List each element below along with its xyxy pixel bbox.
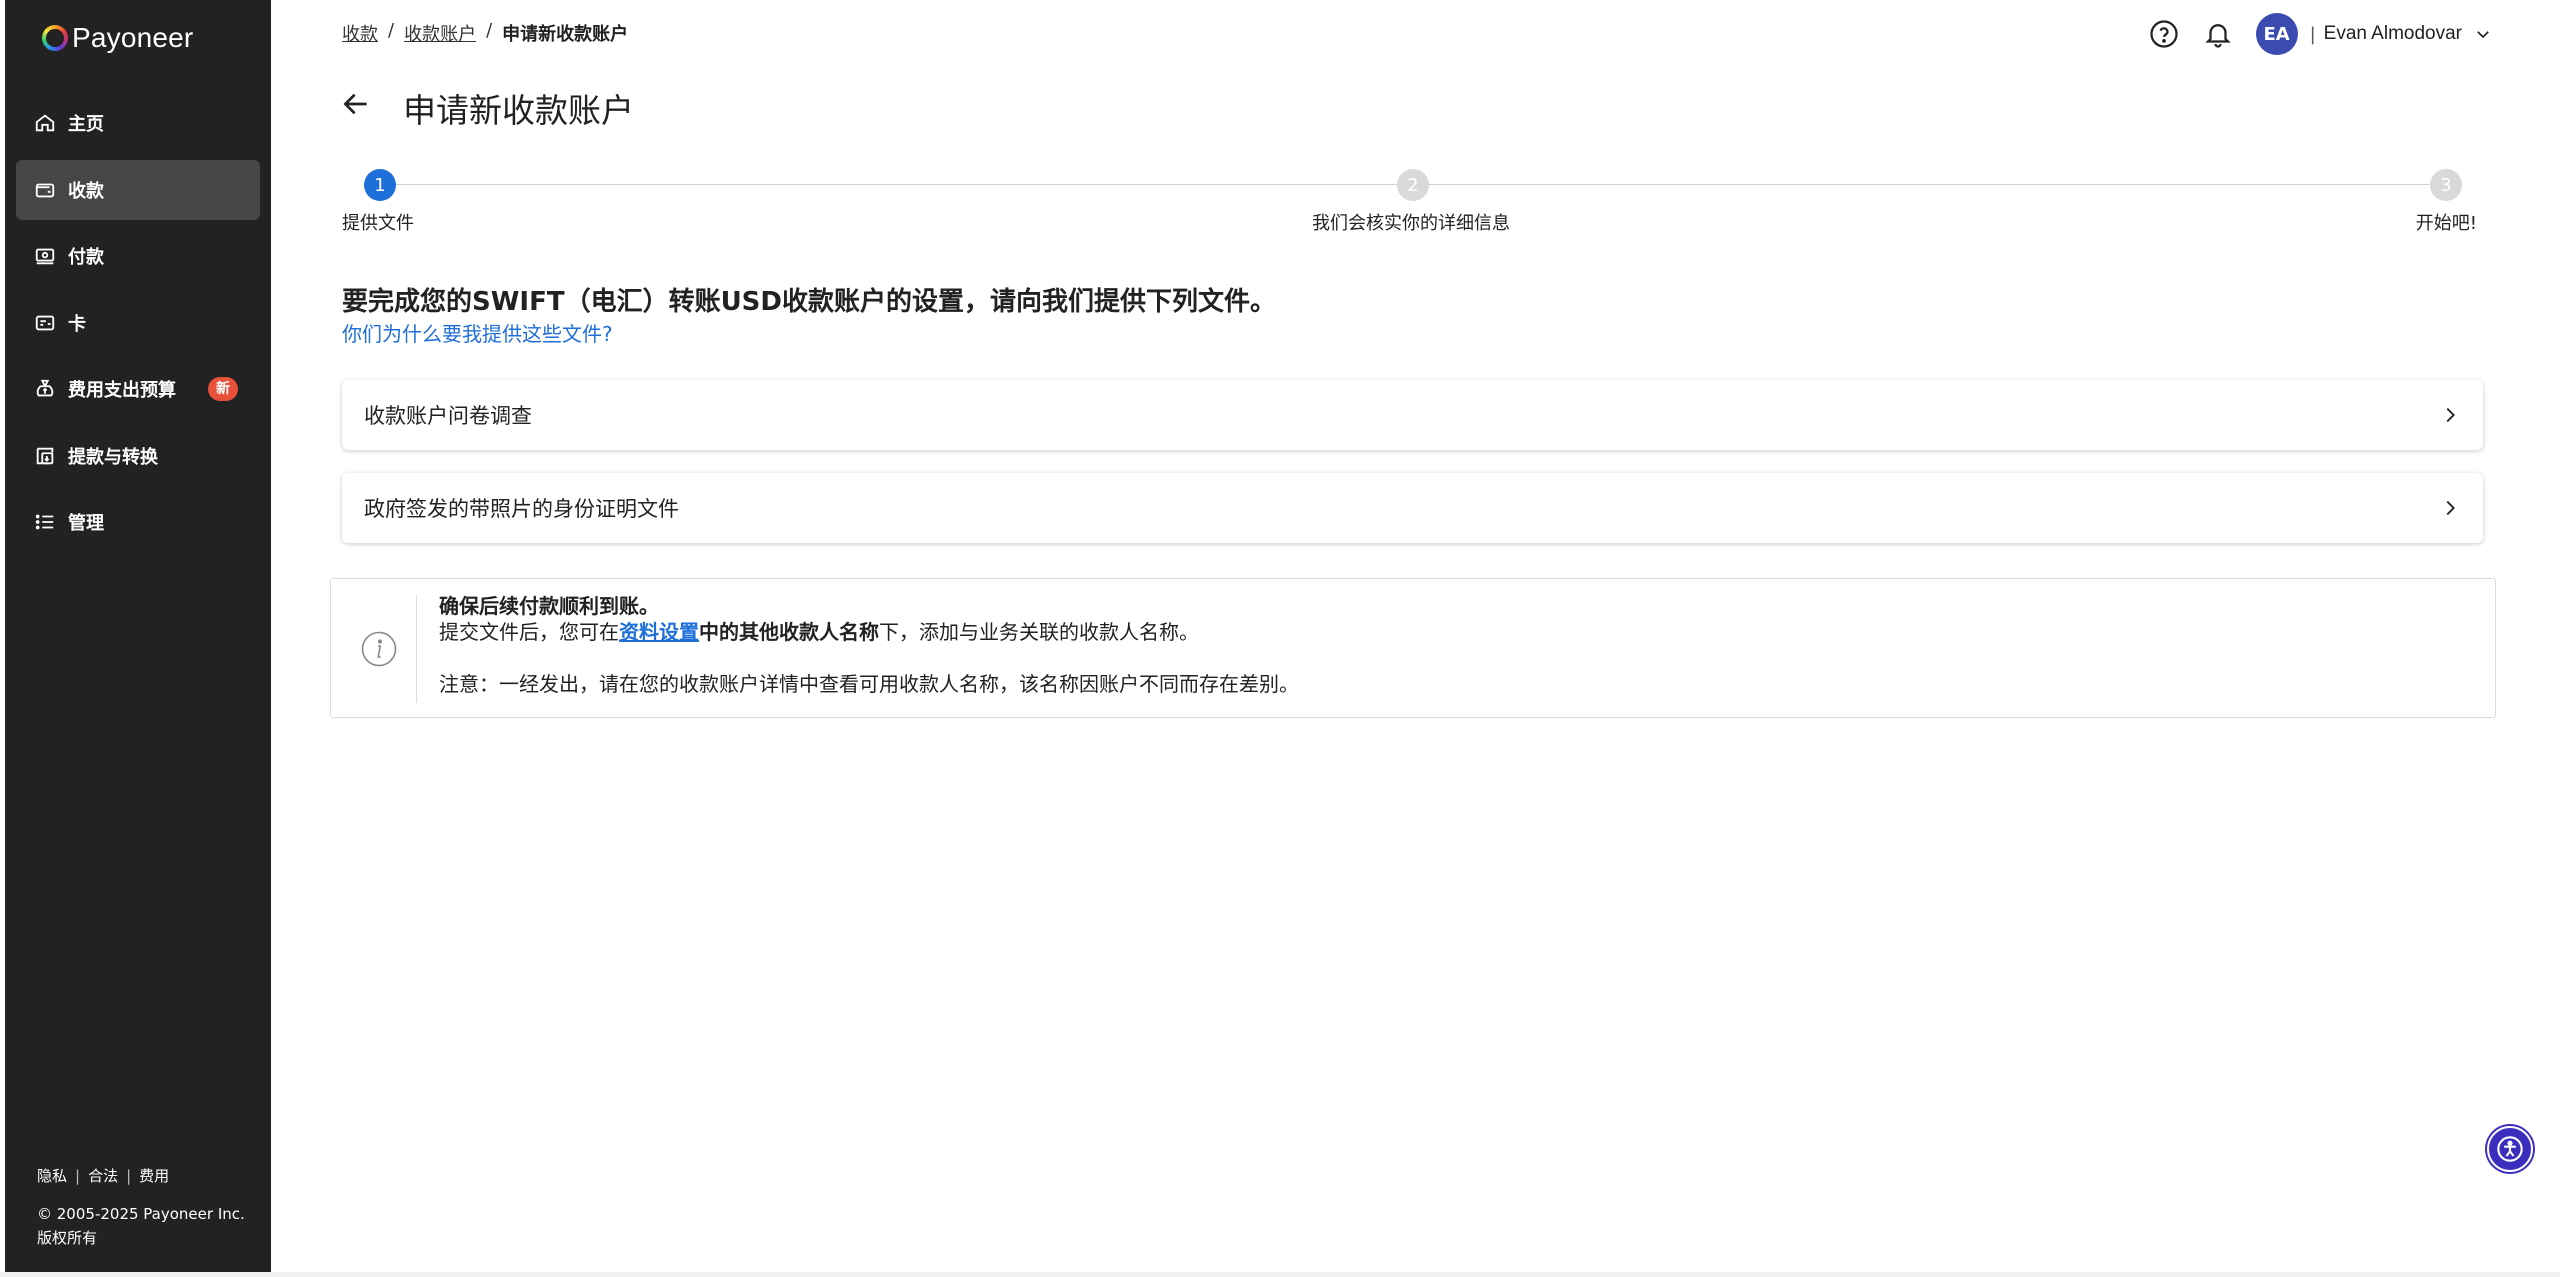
notifications-button[interactable] [2202, 18, 2234, 50]
breadcrumb-current: 申请新收款账户 [502, 24, 629, 45]
step-1-circle: 1 [364, 169, 396, 201]
wallet-icon [35, 183, 55, 197]
sidebar-item-withdraw[interactable]: 提款与转换 [16, 426, 260, 486]
sidebar: Payoneer 主页 收款 付款 卡 费用支出预算 新 提款与转换 管理 隐私… [5, 0, 271, 1272]
info-text-segment: 下，添加与业务关联的收款人名称。 [879, 620, 1199, 644]
info-box: 确保后续付款顺利到账。 提交文件后，您可在资料设置中的其他收款人名称下，添加与业… [330, 578, 2496, 718]
copyright: © 2005-2025 Payoneer Inc. [37, 1205, 245, 1223]
document-label: 收款账户问卷调查 [364, 404, 532, 428]
sidebar-item-label: 收款 [68, 180, 104, 202]
top-bar: EA | Evan Almodovar [2148, 13, 2492, 55]
step-3-circle: 3 [2430, 169, 2462, 201]
help-icon [2149, 20, 2178, 48]
sidebar-item-manage[interactable]: 管理 [16, 492, 260, 552]
sidebar-item-label: 主页 [68, 114, 104, 135]
info-text-segment: 中的 [699, 620, 739, 644]
sidebar-item-spend-budget[interactable]: 费用支出预算 新 [16, 359, 260, 419]
info-text-segment: 提交文件后，您可在 [439, 620, 619, 644]
accessibility-button[interactable] [2487, 1126, 2533, 1172]
rights-reserved: 版权所有 [37, 1229, 98, 1247]
step-2-circle: 2 [1397, 169, 1429, 201]
info-text-segment: 其他收款人名称 [739, 620, 879, 644]
breadcrumb-separator: / [388, 20, 395, 41]
footer-separator: | [126, 1167, 132, 1185]
chevron-right-icon [2446, 407, 2455, 423]
fees-link[interactable]: 费用 [139, 1164, 169, 1188]
page-title: 申请新收款账户 [403, 91, 634, 130]
privacy-link[interactable]: 隐私 [37, 1164, 67, 1188]
sidebar-item-label: 费用支出预算 [68, 380, 176, 401]
document-label: 政府签发的带照片的身份证明文件 [364, 497, 679, 521]
sidebar-item-card[interactable]: 卡 [16, 293, 260, 353]
logo-text: Payoneer [72, 22, 194, 53]
breadcrumb-receiving-accounts[interactable]: 收款账户 [404, 20, 476, 46]
avatar[interactable]: EA [2255, 13, 2298, 55]
user-separator: | [2309, 23, 2316, 45]
list-icon [35, 514, 54, 530]
sidebar-nav: 主页 收款 付款 卡 费用支出预算 新 提款与转换 管理 [16, 93, 260, 559]
home-icon [35, 114, 55, 132]
info-title: 确保后续付款顺利到账。 [439, 594, 659, 618]
help-button[interactable] [2148, 18, 2180, 50]
chevron-right-icon [2446, 500, 2455, 516]
document-card-photo-id[interactable]: 政府签发的带照片的身份证明文件 [342, 473, 2483, 543]
breadcrumb-separator: / [486, 20, 493, 41]
footer-separator: | [75, 1167, 81, 1185]
why-documents-link[interactable]: 你们为什么要我提供这些文件? [342, 318, 613, 347]
payoneer-logo[interactable]: Payoneer [42, 18, 193, 58]
info-note: 注意：一经发出，请在您的收款账户详情中查看可用收款人名称，该名称因账户不同而存在… [439, 672, 1299, 696]
sidebar-item-receive[interactable]: 收款 [16, 159, 260, 220]
accessibility-icon [2497, 1136, 2523, 1162]
info-divider [416, 595, 417, 703]
stepper: 1 2 3 提供文件 我们会核实你的详细信息 开始吧! [342, 167, 2477, 237]
profile-settings-link[interactable]: 资料设置 [619, 620, 699, 644]
sidebar-item-label: 管理 [68, 513, 104, 534]
footer-links: 隐私 | 合法 | 费用 [37, 1164, 245, 1188]
user-name[interactable]: Evan Almodovar [2324, 23, 2462, 45]
info-line-2: 提交文件后，您可在资料设置中的其他收款人名称下，添加与业务关联的收款人名称。 [439, 619, 1299, 645]
sidebar-item-pay[interactable]: 付款 [16, 226, 260, 286]
chevron-down-icon[interactable] [2474, 25, 2492, 43]
breadcrumb: 收款 / 收款账户 / 申请新收款账户 [342, 20, 628, 46]
legal-link[interactable]: 合法 [88, 1164, 118, 1188]
card-icon [35, 315, 55, 330]
sidebar-item-label: 提款与转换 [68, 446, 158, 468]
back-arrow-icon[interactable] [340, 88, 372, 120]
step-2-label: 我们会核实你的详细信息 [1312, 213, 1510, 234]
sidebar-item-label: 付款 [68, 247, 104, 268]
bell-icon [2204, 24, 2231, 48]
app-root: Payoneer 主页 收款 付款 卡 费用支出预算 新 提款与转换 管理 隐私… [0, 0, 2560, 1272]
money-bag-icon [36, 379, 54, 397]
logo-ring-icon [42, 25, 68, 51]
info-icon [361, 631, 397, 667]
sidebar-item-label: 卡 [68, 313, 86, 335]
step-1-label: 提供文件 [342, 213, 414, 234]
requirements-heading: 要完成您的SWIFT（电汇）转账USD收款账户的设置，请向我们提供下列文件。 [342, 287, 1276, 317]
cash-icon [35, 248, 55, 265]
withdraw-icon [36, 447, 54, 464]
sidebar-item-home[interactable]: 主页 [16, 93, 260, 153]
new-badge: 新 [208, 377, 238, 401]
info-text: 确保后续付款顺利到账。 提交文件后，您可在资料设置中的其他收款人名称下，添加与业… [439, 593, 1299, 697]
breadcrumb-receive[interactable]: 收款 [342, 20, 378, 46]
sidebar-footer: 隐私 | 合法 | 费用 © 2005-2025 Payoneer Inc. 版… [37, 1164, 245, 1250]
document-card-questionnaire[interactable]: 收款账户问卷调查 [342, 380, 2483, 450]
step-3-label: 开始吧! [2415, 213, 2477, 234]
